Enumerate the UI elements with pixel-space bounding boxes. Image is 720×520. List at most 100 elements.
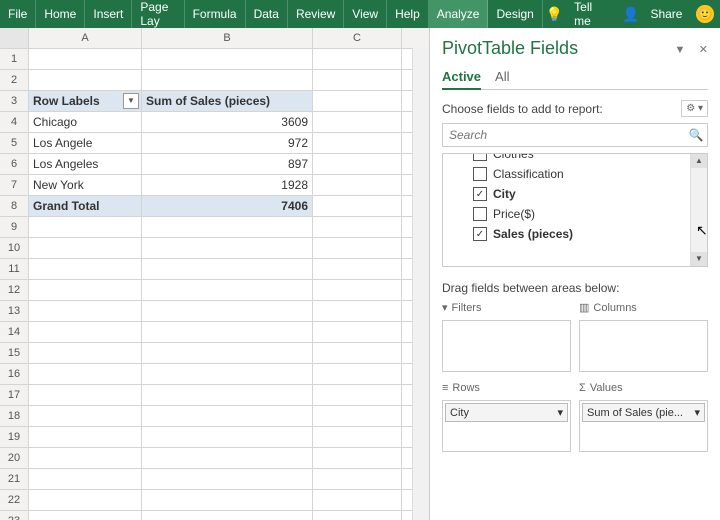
cell[interactable]: [29, 364, 142, 384]
row-header[interactable]: 17: [0, 385, 29, 405]
field-scrollbar[interactable]: [690, 154, 707, 266]
cell[interactable]: [142, 490, 313, 510]
row-header[interactable]: 19: [0, 427, 29, 447]
search-input[interactable]: [443, 124, 685, 146]
row-header[interactable]: 2: [0, 70, 29, 90]
field-city[interactable]: ✓City: [443, 184, 707, 204]
search-box[interactable]: 🔍: [442, 123, 708, 147]
cell[interactable]: [313, 364, 402, 384]
row-header[interactable]: 20: [0, 448, 29, 468]
pane-close-icon[interactable]: ✕: [699, 44, 708, 56]
cell[interactable]: [29, 238, 142, 258]
row-header[interactable]: 11: [0, 259, 29, 279]
select-all-corner[interactable]: [0, 28, 29, 48]
cell[interactable]: [29, 259, 142, 279]
tab-data[interactable]: Data: [246, 0, 288, 28]
cell[interactable]: [29, 511, 142, 520]
cell[interactable]: [313, 385, 402, 405]
tellme-icon[interactable]: 💡: [543, 0, 566, 28]
field-list[interactable]: ClothesClassification✓CityPrice($)✓Sales…: [442, 153, 708, 267]
scroll-up-icon[interactable]: ▲: [691, 154, 707, 168]
tab-home[interactable]: Home: [36, 0, 85, 28]
cell[interactable]: [313, 154, 402, 174]
filter-dropdown-icon[interactable]: ▼: [123, 93, 139, 109]
checkbox[interactable]: ✓: [473, 187, 487, 201]
cell[interactable]: 3609: [142, 112, 313, 132]
cell[interactable]: [313, 448, 402, 468]
row-header[interactable]: 14: [0, 322, 29, 342]
tab-all[interactable]: All: [495, 65, 509, 89]
cell[interactable]: Chicago: [29, 112, 142, 132]
cell[interactable]: [313, 469, 402, 489]
tab-help[interactable]: Help: [387, 0, 429, 28]
field-classification[interactable]: Classification: [443, 164, 707, 184]
cell[interactable]: [29, 280, 142, 300]
cell[interactable]: [313, 490, 402, 510]
cell[interactable]: [29, 343, 142, 363]
row-header[interactable]: 10: [0, 238, 29, 258]
cell[interactable]: [142, 343, 313, 363]
cell[interactable]: [313, 91, 402, 111]
search-icon[interactable]: 🔍: [685, 124, 707, 146]
values-box[interactable]: Sum of Sales (pie...▾: [579, 400, 708, 452]
cell[interactable]: [313, 427, 402, 447]
cell[interactable]: 897: [142, 154, 313, 174]
cell[interactable]: [142, 238, 313, 258]
cell[interactable]: [313, 511, 402, 520]
cell[interactable]: [313, 322, 402, 342]
cell[interactable]: 7406: [142, 196, 313, 216]
tab-view[interactable]: View: [344, 0, 387, 28]
checkbox[interactable]: [473, 167, 487, 181]
cell[interactable]: Row Labels▼: [29, 91, 142, 111]
cell[interactable]: [313, 112, 402, 132]
row-header[interactable]: 1: [0, 49, 29, 69]
cell[interactable]: [142, 280, 313, 300]
cell[interactable]: [313, 49, 402, 69]
cell[interactable]: 972: [142, 133, 313, 153]
rows-box[interactable]: City▾: [442, 400, 571, 452]
cell[interactable]: [29, 427, 142, 447]
col-header-B[interactable]: B: [142, 28, 313, 48]
tab-file[interactable]: File: [0, 0, 36, 28]
row-header[interactable]: 6: [0, 154, 29, 174]
cell[interactable]: [142, 70, 313, 90]
tab-active[interactable]: Active: [442, 65, 481, 90]
cell[interactable]: [142, 259, 313, 279]
tab-pagelay[interactable]: Page Lay: [132, 0, 184, 28]
cell[interactable]: [142, 385, 313, 405]
row-header[interactable]: 23: [0, 511, 29, 520]
chevron-down-icon[interactable]: ▾: [557, 406, 563, 419]
chevron-down-icon[interactable]: ▾: [694, 406, 700, 419]
cell[interactable]: [142, 511, 313, 520]
row-header[interactable]: 3: [0, 91, 29, 111]
scroll-down-icon[interactable]: ▼: [691, 252, 707, 266]
col-header-C[interactable]: C: [313, 28, 402, 48]
checkbox[interactable]: ✓: [473, 227, 487, 241]
value-field-sales[interactable]: Sum of Sales (pie...▾: [582, 403, 705, 422]
row-header[interactable]: 5: [0, 133, 29, 153]
row-header[interactable]: 7: [0, 175, 29, 195]
share-button[interactable]: Share: [642, 0, 690, 28]
row-header[interactable]: 18: [0, 406, 29, 426]
row-header[interactable]: 15: [0, 343, 29, 363]
cell[interactable]: [313, 280, 402, 300]
gear-icon[interactable]: ⚙ ▾: [681, 100, 708, 117]
share-icon[interactable]: 👤: [619, 0, 642, 28]
feedback-icon[interactable]: 🙂: [696, 5, 714, 23]
tab-insert[interactable]: Insert: [85, 0, 132, 28]
cell[interactable]: [29, 385, 142, 405]
row-header[interactable]: 4: [0, 112, 29, 132]
col-header-A[interactable]: A: [29, 28, 142, 48]
row-header[interactable]: 13: [0, 301, 29, 321]
cell[interactable]: Los Angeles: [29, 154, 142, 174]
cell[interactable]: [313, 196, 402, 216]
cell[interactable]: [142, 364, 313, 384]
cell[interactable]: Sum of Sales (pieces): [142, 91, 313, 111]
tab-analyze[interactable]: Analyze: [429, 0, 489, 28]
cell[interactable]: [29, 301, 142, 321]
cell[interactable]: [142, 448, 313, 468]
cell[interactable]: [29, 322, 142, 342]
cell[interactable]: [313, 133, 402, 153]
tab-review[interactable]: Review: [288, 0, 344, 28]
tab-formula[interactable]: Formula: [185, 0, 246, 28]
